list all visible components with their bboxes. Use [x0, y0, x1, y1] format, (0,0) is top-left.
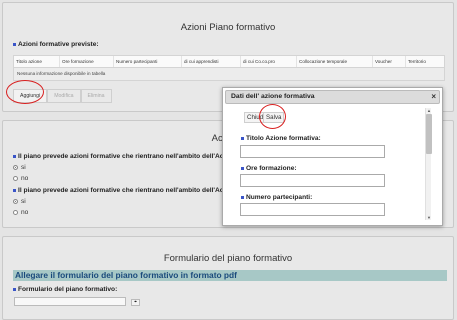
bullet-icon: [13, 287, 16, 291]
field-label: Ore formazione:: [241, 165, 297, 172]
close-icon[interactable]: ×: [431, 91, 436, 103]
radio-dot[interactable]: [13, 209, 18, 215]
radio-dot[interactable]: [13, 198, 18, 204]
delete-button[interactable]: Elimina: [80, 89, 112, 103]
title-input[interactable]: [240, 145, 385, 158]
radio-no[interactable]: no: [13, 209, 28, 216]
column-header[interactable]: Collocazione temporale: [297, 56, 373, 67]
upload-heading: Allegare il formulario del piano formati…: [13, 270, 447, 281]
scroll-thumb[interactable]: [426, 114, 432, 154]
field-label: Formulario del piano formativo:: [13, 286, 117, 293]
question-label: Il piano prevede azioni formative che ri…: [13, 153, 231, 160]
edit-button[interactable]: Modifica: [47, 89, 81, 103]
column-header[interactable]: Titolo azione: [14, 56, 60, 67]
formulario-panel: Formulario del piano formativo Allegare …: [2, 236, 454, 320]
empty-table-row: Nessuna informazione disponibile in tabe…: [13, 68, 445, 81]
dialog-title: Dati dell' azione formativa: [231, 93, 315, 100]
column-header[interactable]: Numero partecipanti: [114, 56, 182, 67]
panel-title: Formulario del piano formativo: [163, 253, 293, 264]
radio-yes[interactable]: si: [13, 198, 26, 205]
radio-yes[interactable]: si: [13, 164, 26, 171]
hours-input[interactable]: [240, 174, 385, 187]
field-label: Numero partecipanti:: [241, 194, 312, 201]
bullet-icon: [13, 188, 16, 192]
table-actions: Aggiungi Modifica Elimina: [13, 89, 112, 103]
participants-input[interactable]: [240, 203, 385, 216]
add-button[interactable]: Aggiungi: [13, 89, 48, 103]
scroll-down-icon[interactable]: ▼: [426, 215, 432, 220]
bullet-icon: [13, 42, 16, 46]
dialog-scrollbar[interactable]: ▲ ▼: [425, 108, 432, 220]
field-label: Titolo Azione formativa:: [241, 135, 321, 142]
column-header[interactable]: di cui apprendisti: [182, 56, 241, 67]
save-button[interactable]: Salva: [263, 112, 285, 123]
column-header[interactable]: di cui Co.co.pro: [241, 56, 297, 67]
radio-dot[interactable]: [13, 164, 18, 170]
column-header[interactable]: Voucher: [373, 56, 406, 67]
file-input[interactable]: [14, 297, 126, 306]
table-header: Titolo azione Ore formazione Numero part…: [13, 55, 445, 68]
panel-title: Azioni Piano formativo: [180, 22, 276, 33]
bullet-icon: [241, 136, 244, 140]
bullet-icon: [241, 195, 244, 199]
dialog-titlebar[interactable]: Dati dell' azione formativa ×: [225, 90, 440, 104]
column-header[interactable]: Territorio: [406, 56, 444, 67]
bullet-icon: [13, 154, 16, 158]
bullet-icon: [241, 166, 244, 170]
radio-dot[interactable]: [13, 175, 18, 181]
column-header[interactable]: Ore formazione: [60, 56, 114, 67]
scroll-up-icon[interactable]: ▲: [426, 108, 432, 113]
radio-no[interactable]: no: [13, 175, 28, 182]
section-label: Azioni formative previste:: [13, 41, 99, 48]
action-dialog: Dati dell' azione formativa × Chiudi Sal…: [222, 87, 443, 226]
question-label: Il piano prevede azioni formative che ri…: [13, 187, 231, 194]
attach-icon[interactable]: ⌖: [131, 299, 140, 306]
